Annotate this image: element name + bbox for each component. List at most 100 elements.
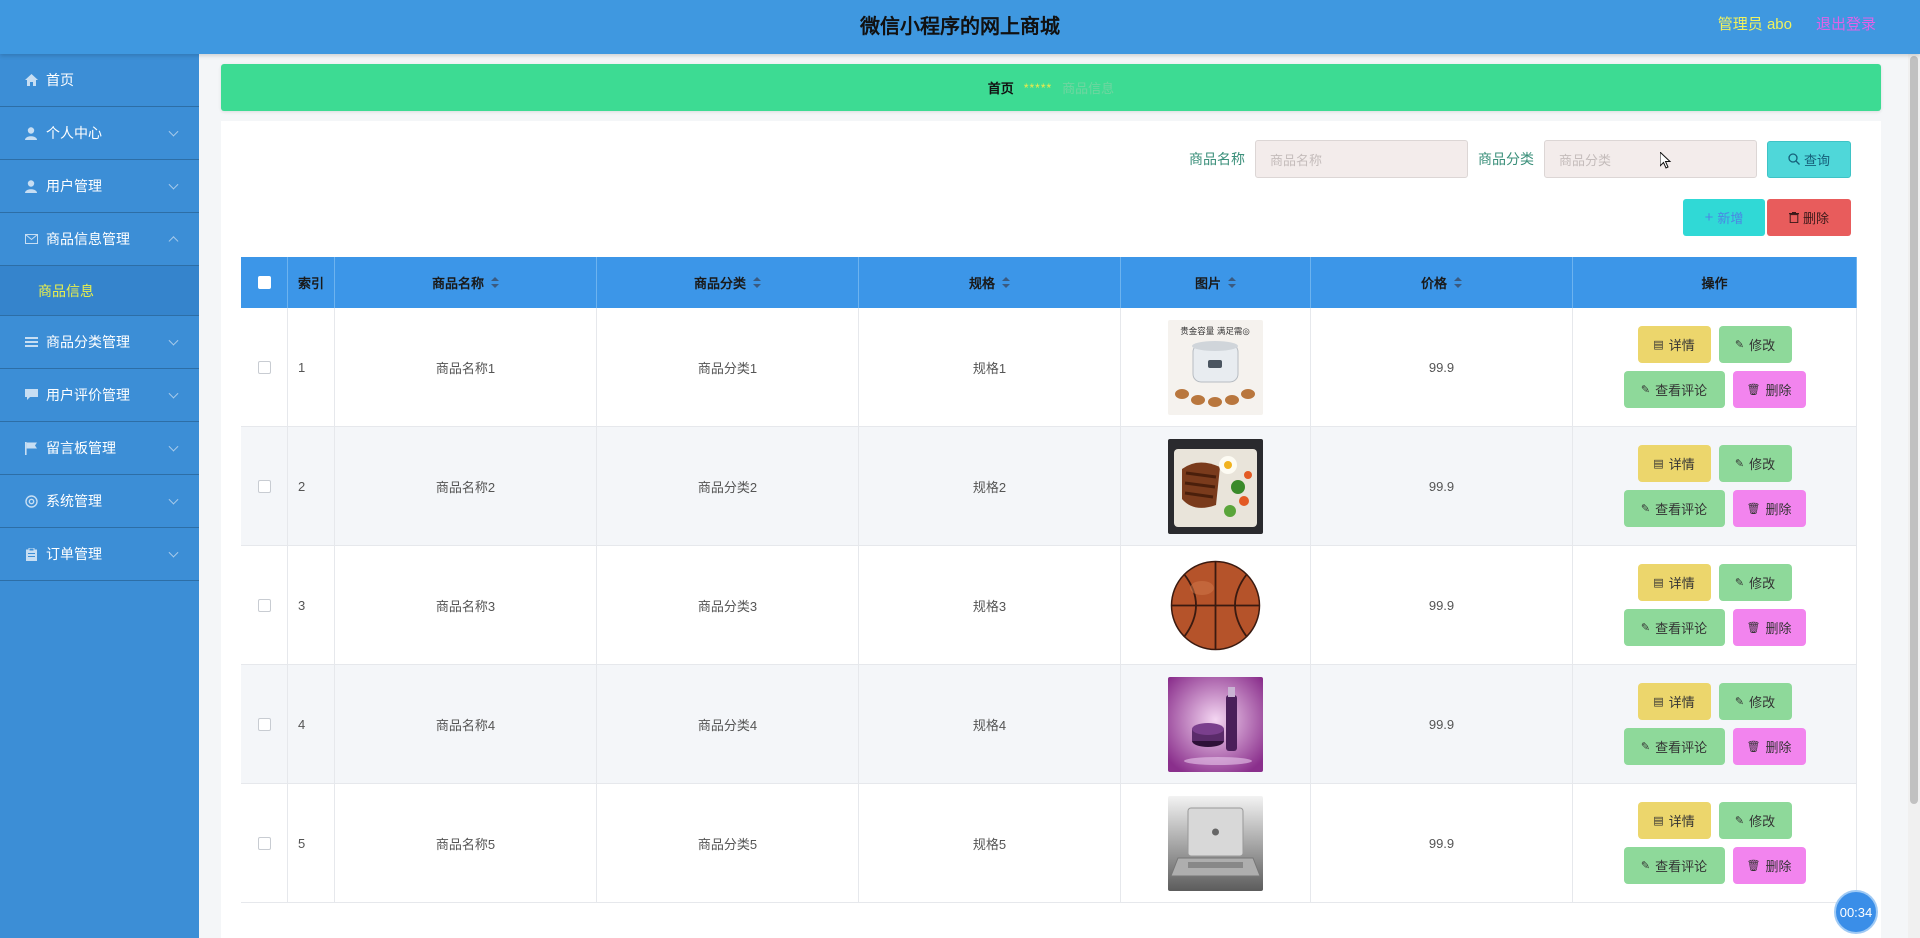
row-product-name: 商品名称1 [335, 308, 597, 426]
sort-icon[interactable] [1228, 276, 1236, 289]
sidebar-item-personal-center[interactable]: 个人中心 [0, 107, 199, 160]
detail-button[interactable]: ▤ 详情 [1637, 802, 1711, 839]
edit-button[interactable]: ✎ 修改 [1718, 564, 1792, 601]
sidebar-item-user-management[interactable]: 用户管理 [0, 160, 199, 213]
detail-button[interactable]: ▤ 详情 [1637, 445, 1711, 482]
chevron-down-icon [168, 547, 179, 558]
row-select-cell[interactable] [241, 427, 288, 545]
edit-button[interactable]: ✎ 修改 [1718, 445, 1792, 482]
pencil-icon: ✎ [1734, 815, 1745, 827]
view-reviews-button[interactable]: ✎ 查看评论 [1623, 371, 1725, 408]
sort-icon[interactable] [1002, 276, 1010, 289]
delete-button[interactable]: 🗑 删除 [1732, 371, 1806, 408]
cosmetics-image[interactable] [1168, 676, 1263, 772]
document-icon: ▤ [1653, 696, 1664, 708]
main-content: 首页 ***** 商品信息 商品名称 商品名称 商品分类 商品分类 查询 + 新… [199, 54, 1901, 938]
view-reviews-button[interactable]: ✎ 查看评论 [1623, 609, 1725, 646]
top-header: 微信小程序的网上商城 管理员 abo 退出登录 [0, 0, 1920, 54]
product-name-label: 商品名称 [1189, 151, 1245, 167]
page-scrollbar[interactable] [1908, 54, 1920, 938]
product-table: 索引 商品名称 商品分类 规格 图片 价格 操作 1 商品名称1 商品分类1 规格1 贵… [241, 257, 1857, 903]
row-checkbox[interactable] [257, 479, 271, 493]
delete-button[interactable]: 🗑 删除 [1732, 728, 1806, 765]
rice-cooker-image[interactable]: 贵金容量 满足需◎ [1168, 319, 1263, 415]
header-spec[interactable]: 规格 [859, 257, 1121, 308]
sidebar-item-product-info-management[interactable]: 商品信息管理 [0, 213, 199, 266]
row-actions: ▤ 详情 ✎ 修改 ✎ 查看评论 🗑 删除 [1573, 427, 1857, 545]
edit-button[interactable]: ✎ 修改 [1718, 326, 1792, 363]
pencil-icon: ✎ [1640, 741, 1651, 753]
logout-link[interactable]: 退出登录 [1816, 0, 1876, 50]
row-checkbox[interactable] [257, 360, 271, 374]
sidebar-item-category-management[interactable]: 商品分类管理 [0, 316, 199, 369]
document-icon: ▤ [1653, 339, 1664, 351]
sidebar-item-home[interactable]: 首页 [0, 54, 199, 107]
select-all-checkbox[interactable] [257, 276, 271, 289]
row-checkbox[interactable] [257, 717, 271, 731]
row-select-cell[interactable] [241, 546, 288, 664]
row-select-cell[interactable] [241, 784, 288, 902]
sidebar-item-order-management[interactable]: 订单管理 [0, 528, 199, 581]
sort-icon[interactable] [491, 276, 499, 289]
view-reviews-button-label: 查看评论 [1655, 740, 1708, 755]
product-category-label: 商品分类 [1478, 151, 1534, 167]
product-category-input[interactable]: 商品分类 [1544, 140, 1757, 178]
delete-button[interactable]: 🗑 删除 [1732, 609, 1806, 646]
edit-button[interactable]: ✎ 修改 [1718, 683, 1792, 720]
header-product-category[interactable]: 商品分类 [597, 257, 859, 308]
sidebar-item-system-management[interactable]: 系统管理 [0, 475, 199, 528]
detail-button[interactable]: ▤ 详情 [1637, 564, 1711, 601]
pencil-icon: ✎ [1640, 860, 1651, 872]
add-button[interactable]: + 新增 [1683, 199, 1765, 236]
sidebar-item-label: 个人中心 [46, 125, 102, 141]
row-checkbox[interactable] [257, 598, 271, 612]
detail-button[interactable]: ▤ 详情 [1637, 326, 1711, 363]
timer-badge: 00:34 [1834, 890, 1878, 934]
pencil-icon: ✎ [1734, 458, 1745, 470]
sort-icon[interactable] [753, 276, 761, 289]
header-image[interactable]: 图片 [1121, 257, 1311, 308]
basketball-image[interactable] [1168, 557, 1263, 653]
delete-button[interactable]: 🗑 删除 [1732, 490, 1806, 527]
sort-icon[interactable] [1454, 276, 1462, 289]
sidebar-item-message-board-management[interactable]: 留言板管理 [0, 422, 199, 475]
query-button[interactable]: 查询 [1767, 140, 1851, 178]
view-reviews-button[interactable]: ✎ 查看评论 [1623, 728, 1725, 765]
batch-delete-button[interactable]: 删除 [1767, 199, 1851, 236]
row-select-cell[interactable] [241, 308, 288, 426]
row-price: 99.9 [1311, 308, 1573, 426]
sidebar-item-review-management[interactable]: 用户评价管理 [0, 369, 199, 422]
delete-button-label: 删除 [1765, 383, 1792, 398]
breadcrumb-home[interactable]: 首页 [988, 78, 1014, 97]
detail-button[interactable]: ▤ 详情 [1637, 683, 1711, 720]
row-price: 99.9 [1311, 665, 1573, 783]
laptop-image[interactable] [1168, 795, 1263, 891]
delete-button[interactable]: 🗑 删除 [1732, 847, 1806, 884]
sidebar-subitem-product-info[interactable]: 商品信息 [0, 266, 199, 316]
home-icon [24, 73, 38, 87]
trash-icon: 🗑 [1746, 503, 1761, 515]
row-checkbox[interactable] [257, 836, 271, 850]
view-reviews-button-label: 查看评论 [1655, 859, 1708, 874]
view-reviews-button[interactable]: ✎ 查看评论 [1623, 847, 1725, 884]
sidebar-item-label: 首页 [46, 72, 74, 88]
edit-button[interactable]: ✎ 修改 [1718, 802, 1792, 839]
header-product-name[interactable]: 商品名称 [335, 257, 597, 308]
bento-image[interactable] [1168, 438, 1263, 534]
header-price[interactable]: 价格 [1311, 257, 1573, 308]
row-product-name: 商品名称4 [335, 665, 597, 783]
row-image-cell [1121, 546, 1311, 664]
scrollbar-thumb[interactable] [1910, 56, 1918, 804]
row-actions: ▤ 详情 ✎ 修改 ✎ 查看评论 🗑 删除 [1573, 784, 1857, 902]
product-name-input[interactable]: 商品名称 [1255, 140, 1468, 178]
pencil-icon: ✎ [1734, 577, 1745, 589]
column-title: 操作 [1701, 276, 1728, 291]
delete-button-label: 删除 [1765, 621, 1792, 636]
view-reviews-button[interactable]: ✎ 查看评论 [1623, 490, 1725, 527]
row-actions: ▤ 详情 ✎ 修改 ✎ 查看评论 🗑 删除 [1573, 308, 1857, 426]
row-actions: ▤ 详情 ✎ 修改 ✎ 查看评论 🗑 删除 [1573, 665, 1857, 783]
row-select-cell[interactable] [241, 665, 288, 783]
detail-button-label: 详情 [1668, 457, 1695, 472]
sidebar-item-label: 订单管理 [46, 546, 102, 562]
header-select-all[interactable] [241, 257, 288, 308]
